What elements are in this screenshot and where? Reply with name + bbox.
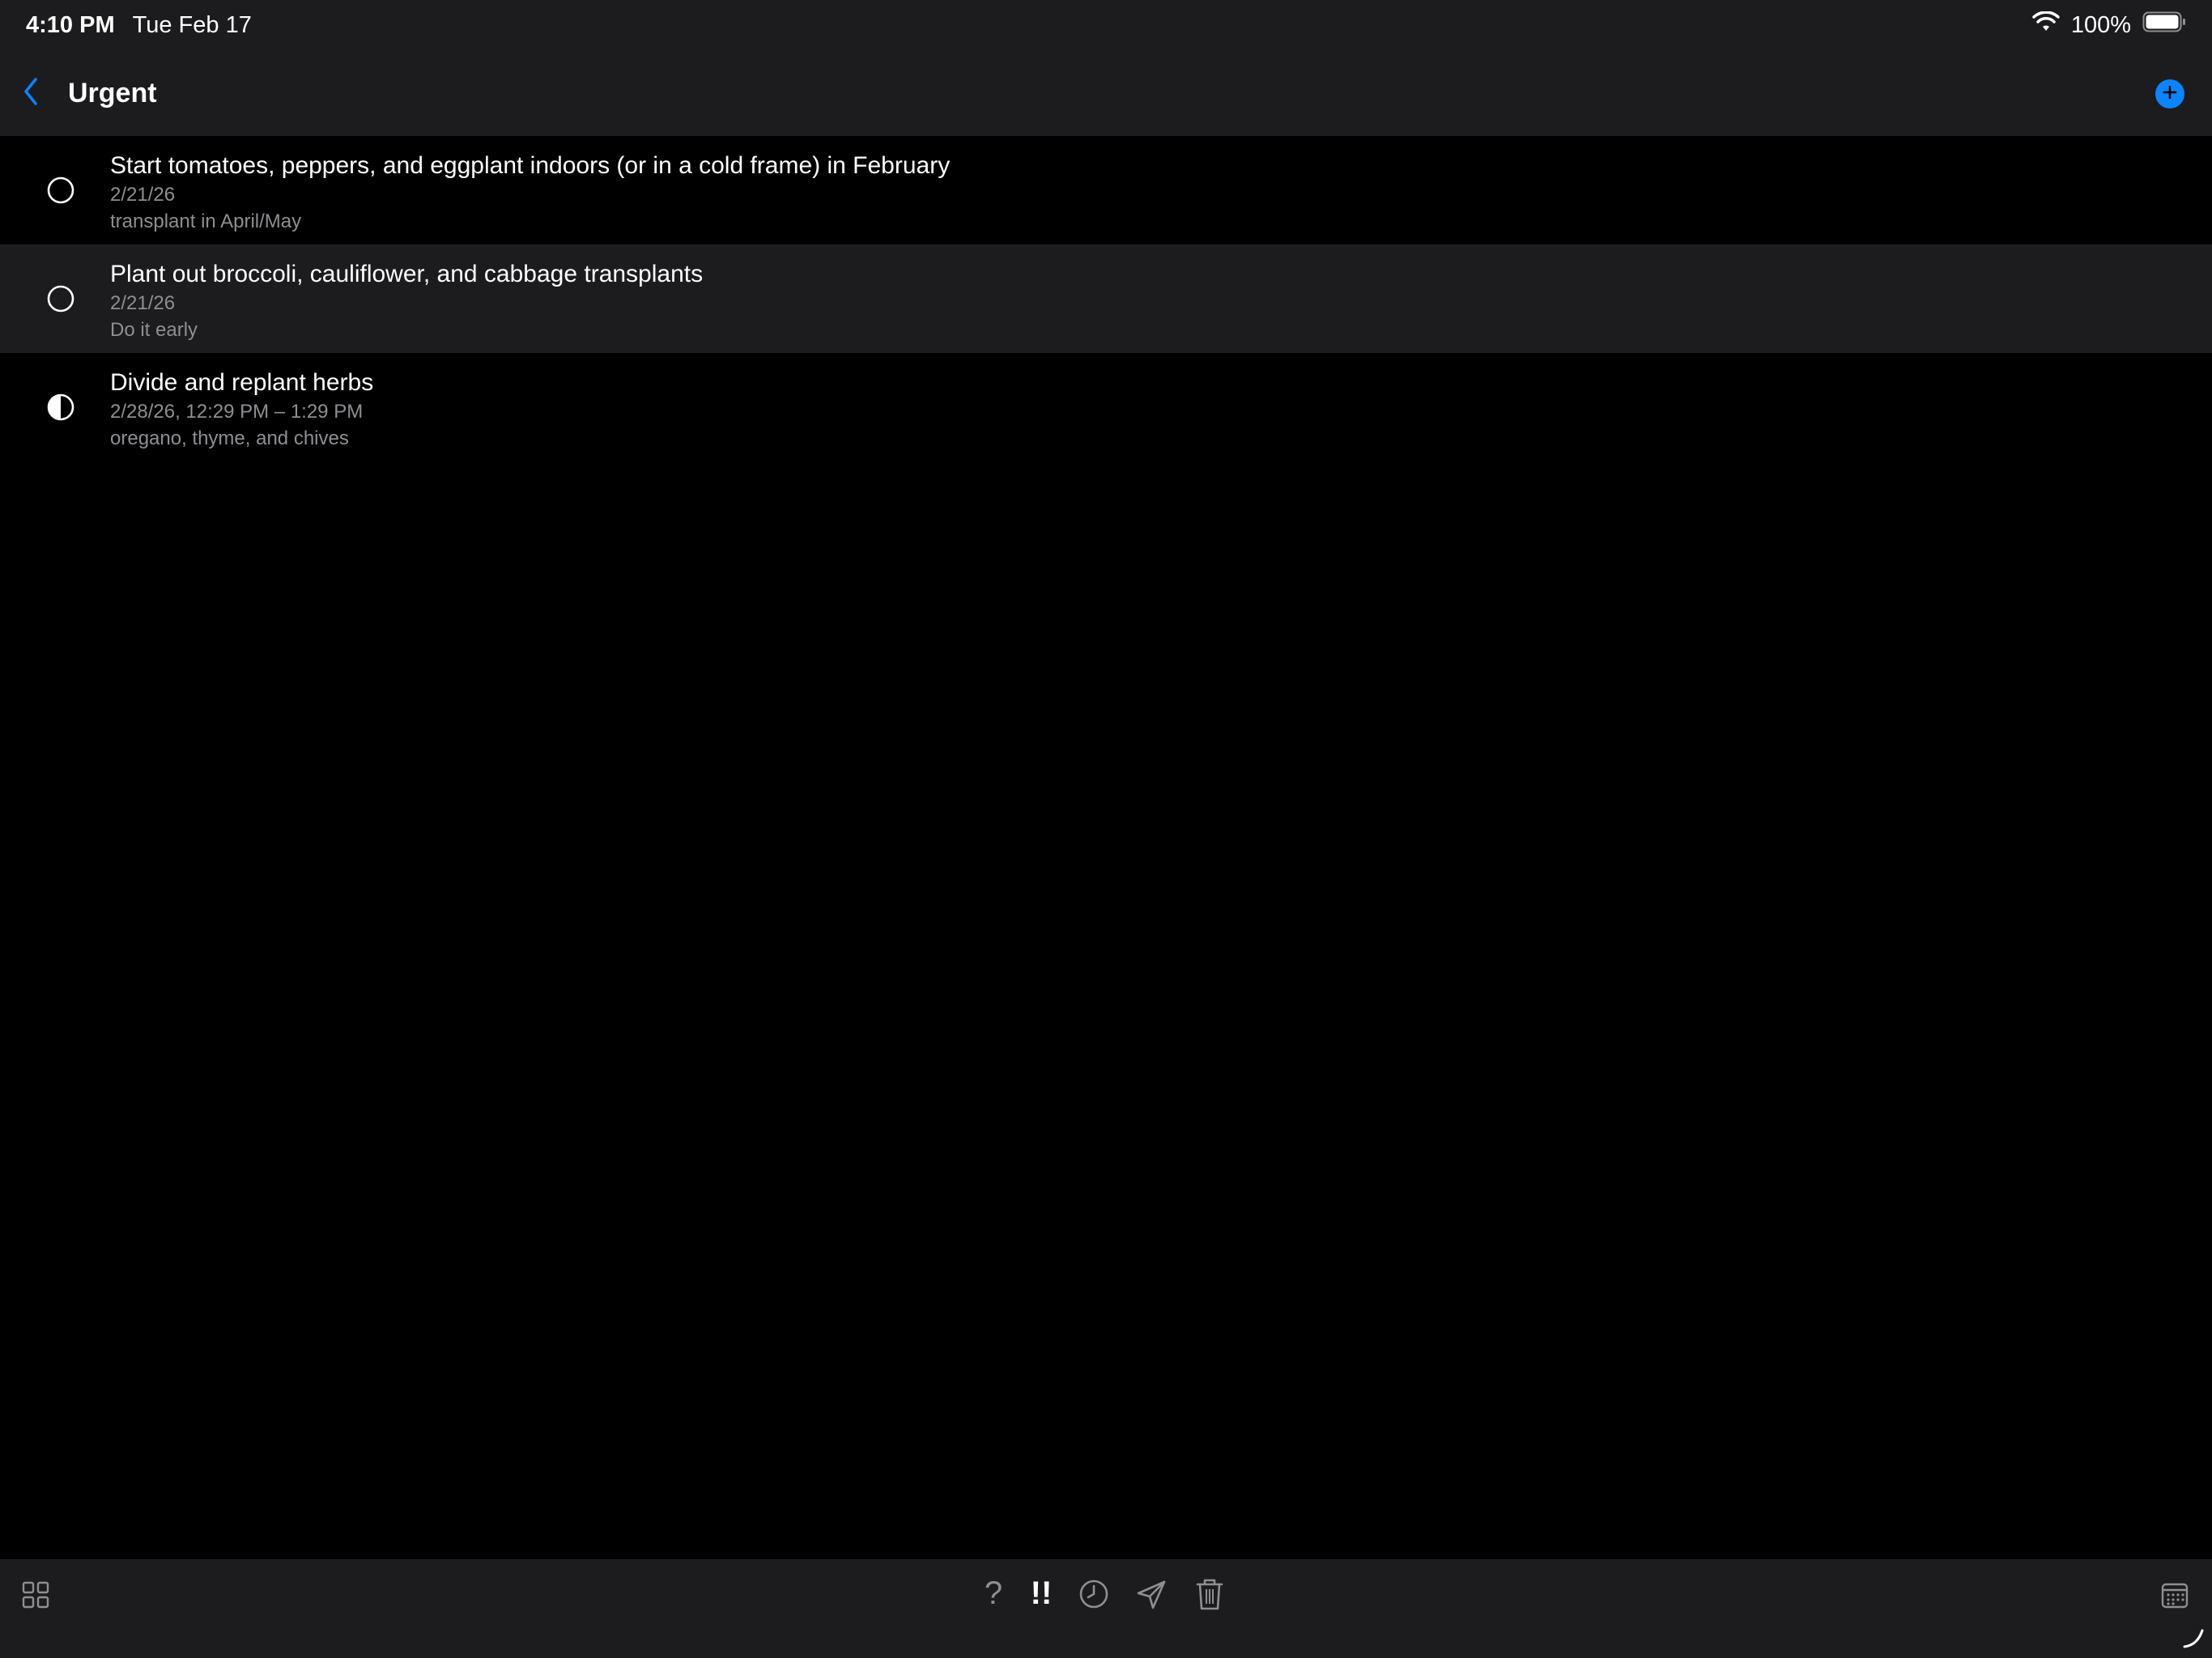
chevron-left-icon: [23, 77, 39, 110]
back-button[interactable]: [23, 69, 55, 117]
battery-icon: [2142, 11, 2186, 39]
question-icon[interactable]: ?: [981, 1574, 1006, 1613]
status-date: Tue Feb 17: [132, 11, 252, 38]
task-row[interactable]: Divide and replant herbs 2/28/26, 12:29 …: [0, 353, 2212, 461]
task-note: oregano, thyme, and chives: [110, 427, 349, 449]
battery-percent: 100%: [2070, 11, 2131, 38]
page-title: Urgent: [68, 77, 157, 108]
priority-label: !!: [1030, 1575, 1053, 1611]
clock-icon[interactable]: [1078, 1579, 1109, 1609]
add-task-button[interactable]: [2155, 79, 2184, 108]
send-icon[interactable]: [1135, 1579, 1168, 1611]
task-text: Start tomatoes, peppers, and eggplant in…: [110, 151, 950, 235]
question-label: ?: [984, 1575, 1003, 1611]
half-filled-circle-icon[interactable]: [47, 393, 74, 421]
status-time: 4:10 PM: [26, 11, 115, 38]
priority-icon[interactable]: !!: [1027, 1574, 1056, 1613]
status-right: 100%: [2032, 11, 2186, 39]
empty-circle-icon[interactable]: [47, 285, 74, 312]
task-title: Divide and replant herbs: [110, 369, 374, 396]
wifi-icon: [2032, 11, 2060, 39]
empty-circle-icon[interactable]: [47, 176, 74, 204]
task-title: Plant out broccoli, cauliflower, and cab…: [110, 261, 704, 287]
task-row[interactable]: Plant out broccoli, cauliflower, and cab…: [0, 244, 2212, 353]
task-note: transplant in April/May: [110, 210, 302, 232]
task-date: 2/28/26, 12:29 PM – 1:29 PM: [110, 401, 364, 423]
status-bar: 4:10 PM Tue Feb 17 100%: [0, 0, 2212, 50]
task-note: Do it early: [110, 319, 198, 341]
nav-bar: Urgent: [0, 50, 2212, 136]
task-row[interactable]: Start tomatoes, peppers, and eggplant in…: [0, 136, 2212, 244]
task-text: Plant out broccoli, cauliflower, and cab…: [110, 259, 703, 343]
trash-icon[interactable]: [1195, 1577, 1224, 1611]
bottom-toolbar: ? !!: [0, 1559, 2212, 1658]
plus-circle-icon: [2162, 84, 2178, 104]
task-title: Start tomatoes, peppers, and eggplant in…: [110, 152, 951, 179]
task-date: 2/21/26: [110, 184, 176, 206]
status-left: 4:10 PM Tue Feb 17: [26, 12, 252, 39]
task-list: Start tomatoes, peppers, and eggplant in…: [0, 136, 2212, 461]
calendar-icon[interactable]: [2160, 1580, 2189, 1609]
home-indicator-corner-icon: [2181, 1626, 2206, 1650]
grid-icon[interactable]: [21, 1580, 50, 1609]
task-text: Divide and replant herbs 2/28/26, 12:29 …: [110, 368, 373, 452]
task-date: 2/21/26: [110, 292, 176, 314]
